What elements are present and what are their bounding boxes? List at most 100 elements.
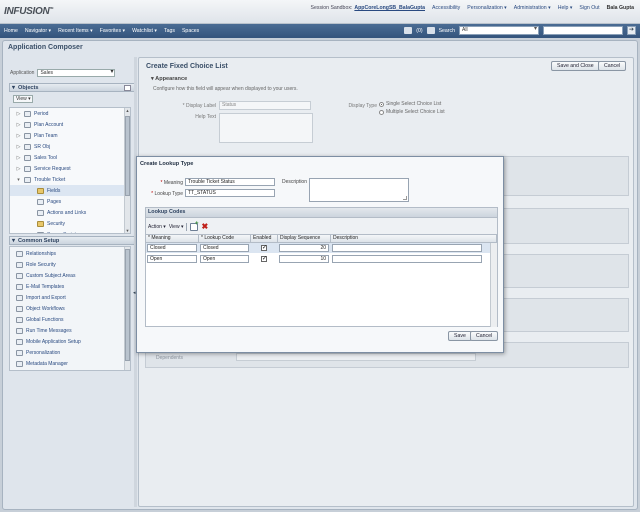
tree-item[interactable]: ▷ Plan Account <box>10 119 130 130</box>
personalization-menu[interactable]: Personalization ▾ <box>467 5 507 11</box>
mail-icon[interactable] <box>426 27 435 34</box>
setup-item[interactable]: Relationships <box>10 248 130 259</box>
row-sequence-input[interactable]: 10 <box>279 255 329 263</box>
search-go-button[interactable]: ➔ <box>627 26 636 35</box>
application-label: Application <box>10 70 35 76</box>
row-code-input[interactable]: Open <box>200 255 249 263</box>
col-description[interactable]: Description <box>331 235 497 243</box>
nav-navigator[interactable]: Navigator ▾ <box>25 28 51 34</box>
row-enabled-checkbox[interactable]: ✓ <box>261 256 267 262</box>
left-panel: Application Sales Objects View ▾ ▷ Period… <box>7 57 135 507</box>
objects-view-menu[interactable]: View ▾ <box>13 95 33 103</box>
tree-item[interactable]: ▷ Service Request <box>10 163 130 174</box>
setup-item[interactable]: Metadata Manager <box>10 358 130 369</box>
tree-item[interactable]: Pages <box>10 196 130 207</box>
objects-scrollbar[interactable]: ▲ ▼ <box>124 108 130 233</box>
setup-item[interactable]: Import and Export <box>10 292 130 303</box>
nav-favorites[interactable]: Favorites ▾ <box>100 28 125 34</box>
tree-item[interactable]: Server Scripts <box>10 229 130 234</box>
row-meaning-input[interactable]: Closed <box>147 244 197 252</box>
search-input[interactable] <box>543 26 623 35</box>
common-setup-section-header[interactable]: Common Setup <box>9 236 135 245</box>
search-scope-select[interactable]: All <box>459 26 539 35</box>
sign-out-link[interactable]: Sign Out <box>579 5 599 11</box>
display-label-input[interactable]: Status <box>219 101 311 110</box>
expand-toggle-icon[interactable]: ▷ <box>16 166 21 172</box>
help-text-label: Help Text <box>195 114 216 120</box>
view-menu[interactable]: View <box>169 224 184 230</box>
nav-spaces[interactable]: Spaces <box>182 28 199 34</box>
setup-item[interactable]: Mobile Application Setup <box>10 336 130 347</box>
row-enabled-checkbox[interactable]: ✓ <box>261 245 267 251</box>
meaning-input[interactable]: Trouble Ticket Status <box>185 178 275 186</box>
expand-toggle-icon[interactable]: ▷ <box>16 133 21 139</box>
objects-action-icon[interactable] <box>124 85 131 91</box>
tree-item-label: Plan Team <box>34 132 58 139</box>
expand-toggle-icon[interactable]: ▷ <box>16 122 21 128</box>
description-textarea[interactable] <box>309 178 409 202</box>
col-meaning[interactable]: * Meaning <box>146 235 199 243</box>
page-icon <box>37 198 44 205</box>
nav-home[interactable]: Home <box>4 28 18 34</box>
row-description-input[interactable] <box>332 255 482 263</box>
table-row[interactable]: Closed Closed ✓ 20 <box>146 243 497 253</box>
lookup-codes-table: * Meaning * Lookup Code Enabled Display … <box>146 234 497 327</box>
save-and-close-button[interactable]: Save and Close <box>551 61 600 71</box>
single-select-radio[interactable]: Single Select Choice List <box>379 101 441 107</box>
expand-toggle-icon[interactable]: ▾ <box>16 177 21 183</box>
col-display-sequence[interactable]: Display Sequence <box>278 235 331 243</box>
tree-item[interactable]: Security <box>10 218 130 229</box>
expand-toggle-icon[interactable]: ▷ <box>16 144 21 150</box>
nav-watchlist[interactable]: Watchlist ▾ <box>132 28 157 34</box>
session-sandbox-link[interactable]: AppCoreLongSB_BalaGupta <box>354 5 425 11</box>
application-select[interactable]: Sales <box>37 69 116 77</box>
col-enabled[interactable]: Enabled <box>251 235 278 243</box>
dialog-save-button[interactable]: Save <box>448 331 472 341</box>
help-text-input[interactable] <box>219 113 313 143</box>
add-row-icon[interactable] <box>190 221 199 231</box>
cancel-button[interactable]: Cancel <box>598 61 627 71</box>
help-menu[interactable]: Help ▾ <box>558 5 573 11</box>
notifications-icon[interactable] <box>404 27 413 34</box>
tree-item-label: Server Scripts <box>47 232 78 234</box>
tree-item[interactable]: ▾ Trouble Ticket <box>10 174 130 185</box>
setup-item[interactable]: Global Functions <box>10 314 130 325</box>
setup-item[interactable]: Object Workflows <box>10 303 130 314</box>
setup-item[interactable]: Personalization <box>10 347 130 358</box>
expand-toggle-icon[interactable]: ▷ <box>16 155 21 161</box>
objects-section-header[interactable]: Objects <box>9 83 135 92</box>
setup-item[interactable]: Run Time Messages <box>10 325 130 336</box>
setup-item-label: Mobile Application Setup <box>26 338 81 345</box>
tree-item[interactable]: ▷ Plan Team <box>10 130 130 141</box>
delete-row-icon[interactable]: ✖ <box>201 223 208 231</box>
row-code-input[interactable]: Closed <box>200 244 249 252</box>
appearance-section-title[interactable]: Appearance <box>151 76 187 82</box>
setup-item[interactable]: Custom Subject Areas <box>10 270 130 281</box>
row-sequence-input[interactable]: 20 <box>279 244 329 252</box>
administration-menu[interactable]: Administration ▾ <box>514 5 551 11</box>
col-lookup-code[interactable]: * Lookup Code <box>199 235 251 243</box>
tree-item-label: Period <box>34 110 49 117</box>
tree-item[interactable]: Actions and Links <box>10 207 130 218</box>
expand-toggle-icon[interactable]: ▷ <box>16 111 21 117</box>
row-description-input[interactable] <box>332 244 482 252</box>
setup-item-label: Metadata Manager <box>26 360 68 367</box>
table-row[interactable]: Open Open ✓ 10 <box>146 254 497 264</box>
multiple-select-radio[interactable]: Multiple Select Choice List <box>379 109 445 115</box>
nav-tags[interactable]: Tags <box>164 28 175 34</box>
accessibility-link[interactable]: Accessibility <box>432 5 460 11</box>
tree-item[interactable]: ▷ SR Obj <box>10 141 130 152</box>
setup-item-icon <box>16 283 23 290</box>
table-scrollbar[interactable] <box>490 243 497 327</box>
nav-recent-items[interactable]: Recent Items ▾ <box>58 28 93 34</box>
tree-item[interactable]: ▷ Period <box>10 108 130 119</box>
tree-item[interactable]: ▷ Sales Tool <box>10 152 130 163</box>
setup-item[interactable]: Role Security <box>10 259 130 270</box>
row-meaning-input[interactable]: Open <box>147 255 197 263</box>
setup-item[interactable]: E-Mail Templates <box>10 281 130 292</box>
dialog-cancel-button[interactable]: Cancel <box>470 331 499 341</box>
lookup-type-input[interactable]: TT_STATUS <box>185 189 275 197</box>
action-menu[interactable]: Action <box>148 224 166 230</box>
tree-item[interactable]: Fields <box>10 185 130 196</box>
common-setup-scrollbar[interactable] <box>124 247 130 370</box>
